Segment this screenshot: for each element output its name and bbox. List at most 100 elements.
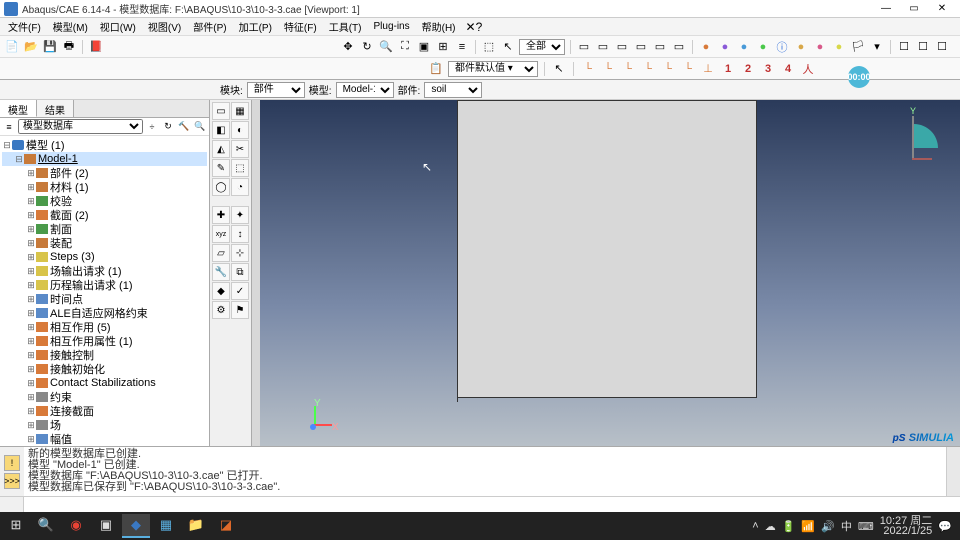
tree-item[interactable]: ⊞时间点 [2, 292, 207, 306]
sketch-icon[interactable]: ✎ [212, 159, 230, 177]
check-icon[interactable]: ✓ [231, 282, 249, 300]
pick-icon[interactable]: ↖ [551, 61, 567, 77]
run-icon[interactable]: 人 [800, 61, 816, 77]
menu-feature[interactable]: 特征(F) [278, 19, 323, 34]
partition-icon[interactable]: ✚ [212, 206, 230, 224]
ball3-icon[interactable]: ● [736, 39, 752, 55]
create-part-icon[interactable]: ▭ [212, 102, 230, 120]
menu-plugins[interactable]: Plug-ins [367, 21, 415, 32]
axis5-icon[interactable]: └ [660, 61, 676, 77]
tree-item[interactable]: ⊞材料 (1) [2, 180, 207, 194]
ball5-icon[interactable]: ● [793, 39, 809, 55]
num-2[interactable]: 2 [740, 61, 756, 77]
part-select[interactable]: soil [424, 82, 482, 98]
start-button[interactable]: ⊞ [2, 514, 30, 538]
ball6-icon[interactable]: ● [812, 39, 828, 55]
axis7-icon[interactable]: ⊥ [700, 61, 716, 77]
tree-item[interactable]: ⊞割面 [2, 222, 207, 236]
tree-item[interactable]: ⊞校验 [2, 194, 207, 208]
misc2-icon[interactable]: ⚑ [231, 301, 249, 319]
tree-item[interactable]: ⊞场 [2, 418, 207, 432]
explorer-task-icon[interactable]: 📁 [182, 514, 210, 538]
grid-icon[interactable]: ⊞ [435, 39, 451, 55]
tray-notif-icon[interactable]: 💬 [938, 520, 952, 533]
collapse-icon[interactable]: ≡ [2, 120, 16, 134]
info-icon[interactable]: ⓘ [774, 39, 790, 55]
menu-part[interactable]: 部件(P) [187, 19, 232, 34]
command-input[interactable] [24, 497, 960, 512]
layout1-icon[interactable]: ☐ [896, 39, 912, 55]
terminal-task-icon[interactable]: ▣ [92, 514, 120, 538]
axis6-icon[interactable]: └ [680, 61, 696, 77]
menu-model[interactable]: 模型(M) [47, 19, 94, 34]
geom-icon[interactable]: ◆ [212, 282, 230, 300]
tray-volume-icon[interactable]: 🔊 [821, 520, 835, 533]
tree-item[interactable]: ⊞部件 (2) [2, 166, 207, 180]
tree-item[interactable]: ⊞接触控制 [2, 348, 207, 362]
ball7-icon[interactable]: ● [831, 39, 847, 55]
datum-icon[interactable]: ✦ [231, 206, 249, 224]
ball1-icon[interactable]: ● [698, 39, 714, 55]
layout2-icon[interactable]: ☐ [915, 39, 931, 55]
num-3[interactable]: 3 [760, 61, 776, 77]
tree-item[interactable]: ⊞连接截面 [2, 404, 207, 418]
menu-help[interactable]: 帮助(H) [416, 19, 462, 34]
combo-icon[interactable]: 📋 [428, 61, 444, 77]
view-cube[interactable]: Y [892, 108, 942, 173]
tab-result[interactable]: 结果 [37, 100, 74, 117]
maximize-button[interactable]: ▭ [900, 1, 928, 17]
sel4-icon[interactable]: ▭ [633, 39, 649, 55]
tree-item[interactable]: ⊞Steps (3) [2, 250, 207, 264]
tray-battery-icon[interactable]: 🔋 [782, 520, 796, 533]
minimize-button[interactable]: — [872, 1, 900, 17]
rotate-icon[interactable]: ↻ [359, 39, 375, 55]
new-icon[interactable]: 📄 [4, 39, 20, 55]
ball4-icon[interactable]: ● [755, 39, 771, 55]
revolve-icon[interactable]: ◐ [231, 121, 249, 139]
bars-icon[interactable]: ≡ [454, 39, 470, 55]
filter-icon[interactable]: ↻ [161, 120, 175, 134]
tree-item[interactable]: ⊞相互作用 (5) [2, 320, 207, 334]
tree-model-1[interactable]: ⊟Model-1 [2, 152, 207, 166]
axis-icon[interactable]: ↕ [231, 225, 249, 243]
set-select[interactable]: 全部 [519, 39, 565, 55]
zoom-icon[interactable]: 🔍 [378, 39, 394, 55]
sel1-icon[interactable]: ▭ [576, 39, 592, 55]
system-tray[interactable]: ˄ ☁ 🔋 📶 🔊 中 ⌨ 10:27 周二2022/1/25 💬 [752, 516, 958, 536]
part-manager-icon[interactable]: ▦ [231, 102, 249, 120]
tree-item[interactable]: ⊞相互作用属性 (1) [2, 334, 207, 348]
cylinder-icon[interactable]: ◯ [212, 178, 230, 196]
save-icon[interactable]: 💾 [42, 39, 58, 55]
extrude-icon[interactable]: ◧ [212, 121, 230, 139]
tree-item[interactable]: ⊞ALE自适应网格约束 [2, 306, 207, 320]
tree-item[interactable]: ⊞Contact Stabilizations [2, 376, 207, 390]
tray-clock[interactable]: 10:27 周二2022/1/25 [880, 516, 933, 536]
arrow-icon[interactable]: ↖ [500, 39, 516, 55]
tab-model[interactable]: 模型 [0, 100, 37, 117]
tree-item[interactable]: ⊞幅值 [2, 432, 207, 446]
model-select[interactable]: Model-1 [336, 82, 394, 98]
viewport[interactable]: ↖ Y X Y pS SIMULIA [252, 100, 960, 446]
open-icon[interactable]: 📂 [23, 39, 39, 55]
round-icon[interactable]: ◔ [231, 178, 249, 196]
sweep-icon[interactable]: ◭ [212, 140, 230, 158]
viewport-scrollbar[interactable] [252, 100, 260, 446]
message-scrollbar[interactable] [946, 447, 960, 496]
display-combo[interactable]: 都件默认值 ▾ [448, 61, 538, 77]
filter-select[interactable]: 模型数据库 [18, 119, 143, 134]
cut-icon[interactable]: ✂ [231, 140, 249, 158]
tree-item[interactable]: ⊞场输出请求 (1) [2, 264, 207, 278]
tray-wifi-icon[interactable]: 📶 [801, 520, 815, 533]
chrome-task-icon[interactable]: ◉ [62, 514, 90, 538]
plane-icon[interactable]: ▱ [212, 244, 230, 262]
abaqus-task-icon[interactable]: ◆ [122, 514, 150, 538]
menu-tool[interactable]: 工具(T) [323, 19, 368, 34]
module-select[interactable]: 部件 [247, 82, 305, 98]
flag-icon[interactable]: 🏳 [850, 39, 866, 55]
axis1-icon[interactable]: └ [580, 61, 596, 77]
fit-icon[interactable]: ▣ [416, 39, 432, 55]
app2-task-icon[interactable]: ◪ [212, 514, 240, 538]
xyz-icon[interactable]: xyz [212, 225, 230, 243]
msg-prompt-icon[interactable]: >>> [4, 473, 20, 489]
axis4-icon[interactable]: └ [640, 61, 656, 77]
